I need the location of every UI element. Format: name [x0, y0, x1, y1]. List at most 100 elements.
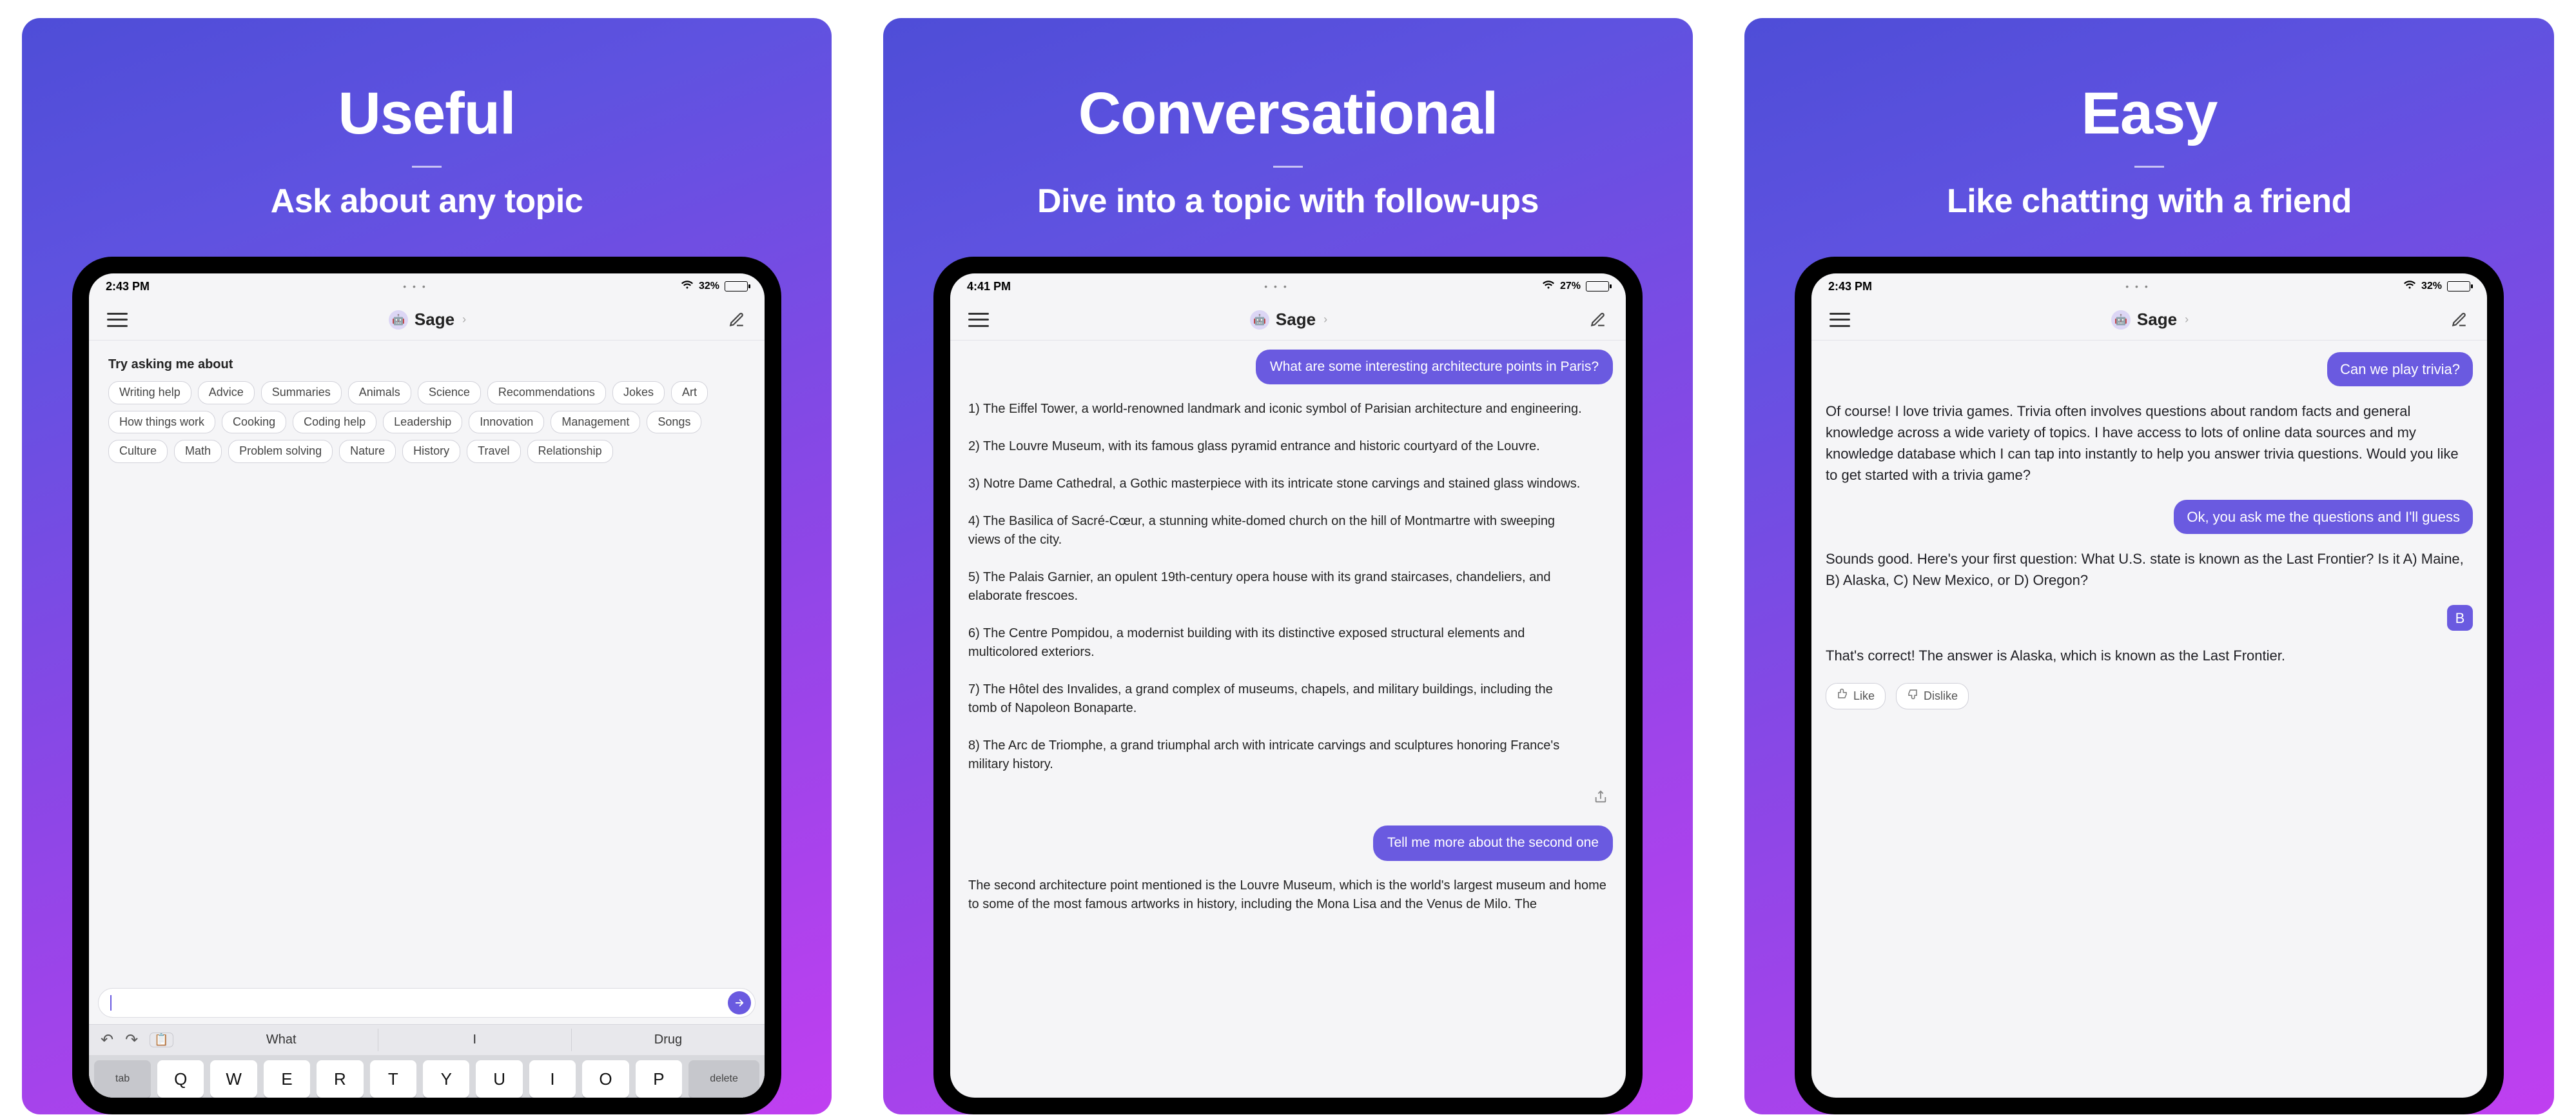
wifi-icon [681, 281, 694, 293]
nav-title[interactable]: 🤖 Sage › [2111, 310, 2189, 330]
like-label: Like [1853, 687, 1875, 705]
divider [2134, 166, 2164, 168]
compose-icon[interactable] [2450, 310, 2469, 330]
menu-icon[interactable] [968, 313, 989, 327]
topic-chip[interactable]: Culture [108, 440, 168, 463]
message-field[interactable] [112, 996, 728, 1010]
nav-title-text: Sage [2137, 310, 2177, 330]
nav-bar: 🤖 Sage › [1811, 299, 2487, 341]
key-o[interactable]: O [582, 1060, 629, 1098]
topic-chip[interactable]: Nature [339, 440, 396, 463]
status-bar: 4:41 PM • • • 27% [950, 273, 1626, 299]
chevron-right-icon: › [1323, 313, 1327, 326]
compose-icon[interactable] [1588, 310, 1608, 330]
key-q[interactable]: Q [157, 1060, 204, 1098]
bot-message: Of course! I love trivia games. Trivia o… [1826, 400, 2473, 486]
keyboard-suggestion[interactable]: I [378, 1029, 571, 1051]
like-button[interactable]: Like [1826, 683, 1886, 709]
topic-chip[interactable]: Art [671, 381, 708, 404]
ellipsis-icon: • • • [2125, 281, 2149, 292]
key-delete[interactable]: delete [688, 1060, 759, 1098]
keyboard-suggestion[interactable]: Drug [571, 1029, 765, 1051]
card-subtitle: Dive into a topic with follow-ups [1037, 182, 1539, 221]
battery-percent: 32% [699, 281, 719, 292]
bot-message: That's correct! The answer is Alaska, wh… [1826, 645, 2473, 666]
promo-card-conversational: Conversational Dive into a topic with fo… [883, 18, 1693, 1114]
topic-chip[interactable]: Advice [198, 381, 255, 404]
ellipsis-icon: • • • [403, 281, 427, 292]
user-message: Ok, you ask me the questions and I'll gu… [2174, 500, 2473, 534]
divider [412, 166, 442, 168]
key-e[interactable]: E [264, 1060, 310, 1098]
battery-percent: 32% [2421, 281, 2442, 292]
topic-chip[interactable]: Problem solving [228, 440, 333, 463]
topic-chip[interactable]: How things work [108, 411, 215, 434]
topic-chip[interactable]: Math [174, 440, 222, 463]
keyboard-suggestion[interactable]: What [185, 1029, 378, 1051]
status-time: 4:41 PM [967, 280, 1011, 293]
nav-title[interactable]: 🤖 Sage › [389, 310, 466, 330]
chevron-right-icon: › [2185, 313, 2189, 326]
user-answer-chip: B [2447, 605, 2473, 631]
chip-list: Writing help Advice Summaries Animals Scienc… [108, 381, 745, 463]
share-icon[interactable] [1594, 789, 1608, 810]
battery-icon [1586, 281, 1609, 292]
topic-chip[interactable]: Management [551, 411, 640, 434]
topic-chip[interactable]: Recommendations [487, 381, 606, 404]
thumbs-up-icon [1837, 687, 1848, 705]
user-message: Can we play trivia? [2327, 352, 2473, 386]
key-tab[interactable]: tab [94, 1060, 151, 1098]
topic-chip[interactable]: Leadership [383, 411, 462, 434]
key-t[interactable]: T [370, 1060, 416, 1098]
chat-content: Can we play trivia? Of course! I love tr… [1811, 341, 2487, 1098]
keyboard-suggestion-bar: ↶ ↷ 📋 WhatIDrug [89, 1024, 765, 1055]
menu-icon[interactable] [107, 313, 128, 327]
nav-title[interactable]: 🤖 Sage › [1250, 310, 1327, 330]
topic-chip[interactable]: History [402, 440, 460, 463]
bot-avatar-icon: 🤖 [389, 310, 408, 330]
topic-chip[interactable]: Science [418, 381, 481, 404]
message-input[interactable] [98, 988, 756, 1018]
nav-title-text: Sage [415, 310, 454, 330]
topic-chip[interactable]: Relationship [527, 440, 613, 463]
status-time: 2:43 PM [106, 280, 150, 293]
key-i[interactable]: I [529, 1060, 576, 1098]
clipboard-icon[interactable]: 📋 [150, 1033, 173, 1047]
key-r[interactable]: R [317, 1060, 363, 1098]
divider [1273, 166, 1303, 168]
dislike-button[interactable]: Dislike [1896, 683, 1969, 709]
status-bar: 2:43 PM • • • 32% [89, 273, 765, 299]
card-heading: Easy [2082, 80, 2218, 148]
tablet-frame: 4:41 PM • • • 27% 🤖 Sage › [933, 257, 1643, 1114]
bot-message: Sounds good. Here's your first question:… [1826, 548, 2473, 591]
nav-bar: 🤖 Sage › [950, 299, 1626, 341]
wifi-icon [2403, 281, 2416, 293]
bot-message: The second architecture point mentioned … [963, 876, 1613, 914]
undo-icon[interactable]: ↶ [101, 1031, 113, 1049]
topic-chip[interactable]: Animals [348, 381, 411, 404]
redo-icon[interactable]: ↷ [125, 1031, 138, 1049]
topic-chip[interactable]: Jokes [612, 381, 665, 404]
tablet-screen: 2:43 PM • • • 32% 🤖 Sage › [89, 273, 765, 1098]
key-y[interactable]: Y [423, 1060, 469, 1098]
topic-chip[interactable]: Coding help [293, 411, 376, 434]
thumbs-down-icon [1907, 687, 1918, 705]
topic-chip[interactable]: Summaries [261, 381, 342, 404]
compose-icon[interactable] [727, 310, 746, 330]
tablet-screen: 2:43 PM • • • 32% 🤖 Sage › [1811, 273, 2487, 1098]
topic-chip[interactable]: Songs [647, 411, 701, 434]
topic-chip[interactable]: Writing help [108, 381, 191, 404]
card-heading: Conversational [1078, 80, 1498, 148]
send-button[interactable] [728, 991, 751, 1014]
key-w[interactable]: W [210, 1060, 257, 1098]
key-u[interactable]: U [476, 1060, 522, 1098]
chat-content: What are some interesting architecture p… [950, 341, 1626, 1098]
key-p[interactable]: P [636, 1060, 682, 1098]
chevron-right-icon: › [462, 313, 466, 326]
menu-icon[interactable] [1830, 313, 1850, 327]
topic-chip[interactable]: Innovation [469, 411, 544, 434]
topic-chip[interactable]: Cooking [222, 411, 286, 434]
card-subtitle: Ask about any topic [271, 182, 583, 221]
nav-title-text: Sage [1276, 310, 1316, 330]
topic-chip[interactable]: Travel [467, 440, 520, 463]
